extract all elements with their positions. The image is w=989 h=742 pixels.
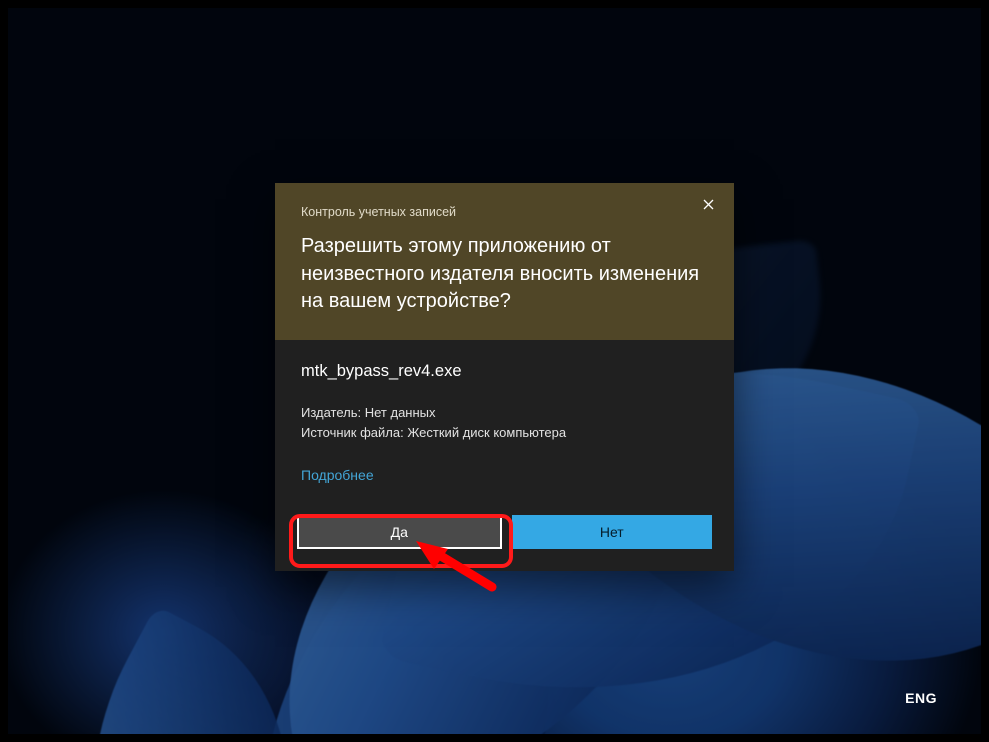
language-indicator[interactable]: ENG [905,690,937,706]
uac-dialog-body: mtk_bypass_rev4.exe Издатель: Нет данных… [275,340,734,515]
yes-button[interactable]: Да [297,515,502,549]
uac-publisher: Издатель: Нет данных [301,403,708,423]
uac-button-row: Да Нет [275,515,734,571]
show-more-details-link[interactable]: Подробнее [301,467,374,483]
uac-caption: Контроль учетных записей [301,205,708,219]
no-button[interactable]: Нет [512,515,713,549]
uac-file-source: Источник файла: Жесткий диск компьютера [301,423,708,443]
uac-question: Разрешить этому приложению от неизвестно… [301,233,708,316]
desktop-background: ENG Контроль учетных записей Разрешить э… [8,8,981,734]
uac-app-name: mtk_bypass_rev4.exe [301,362,708,381]
uac-dialog: Контроль учетных записей Разрешить этому… [275,183,734,571]
uac-dialog-header: Контроль учетных записей Разрешить этому… [275,183,734,340]
